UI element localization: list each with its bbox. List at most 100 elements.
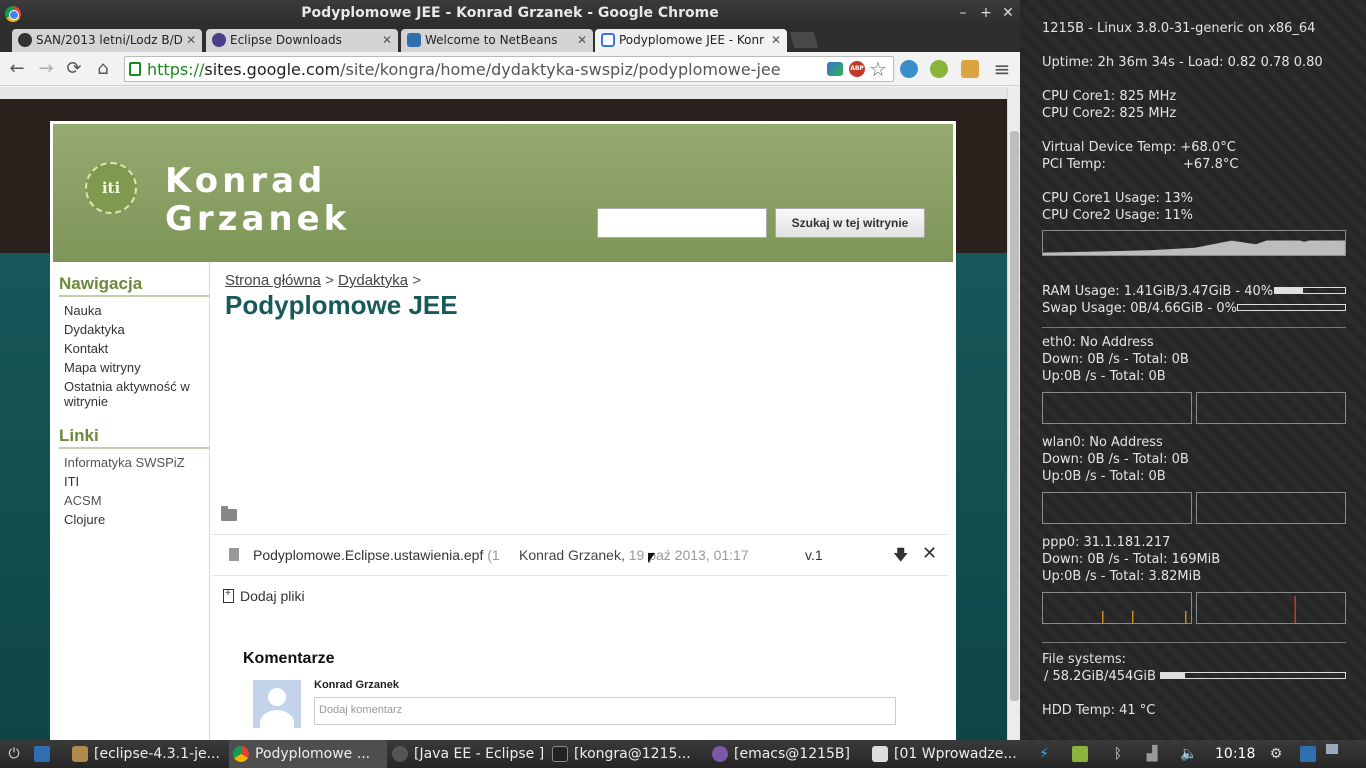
site-search-button[interactable]: Szukaj w tej witrynie	[775, 208, 925, 238]
page-scrollbar[interactable]	[1007, 87, 1020, 740]
document-icon	[872, 746, 888, 762]
close-tab-icon[interactable]: ✕	[382, 29, 392, 51]
tab-eclipse-downloads[interactable]: Eclipse Downloads ✕	[206, 29, 398, 52]
taskbar-item-eclipse[interactable]: [Java EE - Eclipse ]	[388, 740, 546, 768]
cpu-core2-freq: CPU Core2: 825 MHz	[1042, 106, 1177, 121]
minimize-button[interactable]: –	[954, 4, 972, 22]
lock-icon	[129, 62, 141, 76]
window-titlebar[interactable]: Podyplomowe JEE - Konrad Grzanek - Googl…	[0, 0, 1020, 28]
taskbar-item-eclipse-folder[interactable]: [eclipse-4.3.1-je...	[68, 740, 226, 768]
close-tab-icon[interactable]: ✕	[771, 29, 781, 51]
address-bar[interactable]: https://sites.google.com/site/kongra/hom…	[124, 56, 894, 82]
sidebar-item-kontakt[interactable]: Kontakt	[64, 341, 204, 356]
new-tab-button[interactable]	[789, 32, 819, 48]
sidebar-link-clojure[interactable]: Clojure	[64, 512, 204, 527]
browser-toolbar: ← → ⟳ ⌂ https://sites.google.com/site/ko…	[0, 52, 1020, 86]
forward-arrow-icon[interactable]: →	[35, 58, 57, 80]
eclipse-icon	[212, 33, 226, 47]
wlan0-heading: wlan0: No Address	[1042, 435, 1163, 450]
tab-podyplomowe-jee[interactable]: Podyplomowe JEE - Konr ✕	[595, 29, 787, 52]
breadcrumb-separator: >	[325, 272, 334, 289]
bookmark-star-icon[interactable]: ☆	[869, 57, 887, 81]
maximize-button[interactable]: +	[977, 4, 995, 22]
extension-green-icon[interactable]	[930, 60, 948, 78]
workspace-switcher-icon[interactable]	[1326, 744, 1338, 754]
iti-logo[interactable]: iti	[85, 162, 137, 214]
extension-box-icon[interactable]	[961, 60, 979, 78]
home-icon[interactable]: ⌂	[92, 58, 114, 80]
avatar	[253, 680, 301, 728]
github-icon	[18, 33, 32, 47]
add-files-button[interactable]: Dodaj pliki	[223, 588, 305, 604]
file-name[interactable]: Podyplomowe.Eclipse.ustawienia.epf (1	[253, 547, 500, 563]
download-icon[interactable]: 🡇	[893, 545, 908, 570]
bluetooth-icon[interactable]: ᛒ	[1110, 746, 1126, 762]
site-search-input[interactable]	[597, 208, 767, 238]
clock[interactable]: 10:18	[1215, 740, 1255, 768]
tab-label: Welcome to NetBeans	[425, 33, 558, 47]
scrollbar-thumb[interactable]	[1010, 131, 1019, 701]
ram-bar	[1274, 287, 1346, 294]
mouse-cursor-icon	[648, 553, 655, 563]
volume-icon[interactable]: 🔈	[1180, 746, 1197, 762]
conky-system-monitor: 1215B - Linux 3.8.0-31-generic on x86_64…	[1020, 0, 1366, 740]
reload-icon[interactable]: ⟳	[63, 58, 85, 80]
network-signal-icon[interactable]: ▟	[1144, 746, 1160, 762]
extension-icon[interactable]	[827, 62, 843, 76]
sidebar-link-acsm[interactable]: ACSM	[64, 493, 204, 508]
sidebar-item-nauka[interactable]: Nauka	[64, 303, 204, 318]
taskbar: ⏻ [eclipse-4.3.1-je... Podyplomowe ... […	[0, 740, 1366, 768]
cpu-graph	[1042, 230, 1346, 256]
ppp0-down-graph	[1042, 592, 1192, 624]
breadcrumb-home-link[interactable]: Strona główna	[225, 272, 321, 289]
filesystem-bar-fill	[1161, 673, 1185, 678]
sidebar-item-mapa-witryny[interactable]: Mapa witryny	[64, 360, 204, 375]
show-desktop-icon[interactable]	[34, 746, 50, 762]
emacs-icon	[712, 746, 728, 762]
sidebar-item-dydaktyka[interactable]: Dydaktyka	[64, 322, 204, 337]
sidebar-link-informatyka[interactable]: Informatyka SWSPiZ	[64, 455, 204, 470]
swap-usage: Swap Usage: 0B/4.66GiB - 0%	[1042, 301, 1237, 316]
page-viewport: iti Konrad Grzanek Szukaj w tej witrynie…	[0, 87, 1007, 740]
site-header: iti Konrad Grzanek Szukaj w tej witrynie	[53, 124, 953, 262]
battery-icon[interactable]	[1072, 746, 1088, 762]
eth0-up: Up:0B /s - Total: 0B	[1042, 369, 1166, 384]
file-row: Podyplomowe.Eclipse.ustawienia.epf (1 Ko…	[213, 534, 948, 576]
ram-bar-fill	[1275, 288, 1303, 293]
tab-san2013[interactable]: SAN/2013 letni/Lodz B/D ✕	[12, 29, 202, 52]
tab-netbeans[interactable]: Welcome to NetBeans ✕	[401, 29, 593, 52]
taskbar-item-emacs[interactable]: [emacs@1215B]	[708, 740, 866, 768]
filesystem-root: / 58.2GiB/454GiB	[1044, 669, 1156, 684]
lightning-icon[interactable]: ⚡	[1036, 746, 1052, 762]
menu-icon[interactable]: ≡	[991, 58, 1013, 80]
filesystems-heading: File systems:	[1042, 652, 1127, 667]
taskbar-item-document[interactable]: [01 Wprowadze...	[868, 740, 1026, 768]
adblock-icon[interactable]: ABP	[849, 61, 865, 77]
wlan0-up-graph	[1196, 492, 1346, 524]
settings-gear-icon[interactable]: ⚙	[1268, 746, 1284, 762]
close-tab-icon[interactable]: ✕	[186, 29, 196, 51]
eth0-up-graph	[1196, 392, 1346, 424]
sidebar-link-iti[interactable]: ITI	[64, 474, 204, 489]
breadcrumb-separator: >	[412, 272, 421, 289]
power-icon[interactable]: ⏻	[6, 746, 22, 762]
taskbar-item-terminal[interactable]: [kongra@1215...	[548, 740, 706, 768]
hdd-temp: HDD Temp: 41 °C	[1042, 703, 1156, 718]
comment-input[interactable]: Dodaj komentarz	[314, 697, 896, 725]
delete-icon[interactable]: ✕	[922, 543, 937, 564]
filesystem-bar	[1160, 672, 1346, 679]
extension-globe-icon[interactable]	[900, 60, 918, 78]
back-arrow-icon[interactable]: ←	[6, 58, 28, 80]
file-version[interactable]: v.1	[805, 547, 823, 563]
url-text[interactable]: https://sites.google.com/site/kongra/hom…	[147, 60, 781, 79]
workspace-icon[interactable]	[1300, 746, 1316, 762]
taskbar-item-chrome[interactable]: Podyplomowe ...	[229, 740, 387, 768]
close-window-button[interactable]: ✕	[999, 4, 1017, 22]
breadcrumb-parent-link[interactable]: Dydaktyka	[338, 272, 408, 289]
wlan0-down: Down: 0B /s - Total: 0B	[1042, 452, 1189, 467]
close-tab-icon[interactable]: ✕	[577, 29, 587, 51]
sidebar-item-ostatnia-aktywnosc[interactable]: Ostatnia aktywność w witrynie	[64, 379, 204, 409]
folder-icon[interactable]	[221, 506, 237, 521]
site-title[interactable]: Konrad Grzanek	[165, 162, 350, 238]
swap-bar	[1237, 304, 1346, 311]
